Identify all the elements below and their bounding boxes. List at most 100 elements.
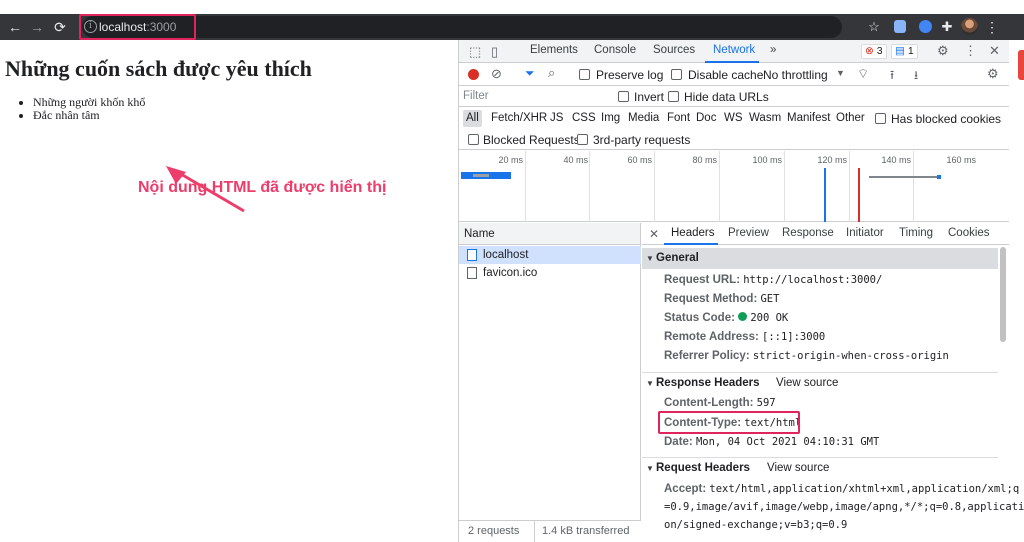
address-bar[interactable]: i localhost:3000	[82, 16, 842, 38]
hide-data-urls-checkbox[interactable]	[668, 91, 679, 102]
network-status-bar: 2 requests 1.4 kB transferred	[459, 520, 641, 542]
preserve-log-label: Preserve log	[596, 68, 664, 82]
active-tab-indicator	[705, 61, 759, 63]
request-name: favicon.ico	[483, 267, 538, 279]
filter-js[interactable]: JS	[547, 110, 566, 127]
filter-css[interactable]: CSS	[569, 110, 599, 127]
extension-circle-icon[interactable]	[919, 20, 932, 33]
remote-address-row: Remote Address: [::1]:3000	[664, 331, 826, 343]
close-devtools-icon[interactable]: ✕	[989, 43, 1000, 59]
tab-elements[interactable]: Elements	[530, 44, 578, 56]
shield-extension-icon[interactable]	[894, 20, 906, 33]
disable-cache-checkbox[interactable]	[671, 69, 682, 80]
document-icon	[467, 249, 477, 261]
transferred-size: 1.4 kB transferred	[534, 521, 629, 542]
info-icon[interactable]: i	[84, 20, 97, 33]
avatar[interactable]	[961, 18, 978, 35]
request-headers-section-header[interactable]: ▼ Request Headers View source	[642, 457, 998, 478]
tab-preview[interactable]: Preview	[728, 227, 769, 239]
message-badge[interactable]: ▤ 1	[891, 44, 918, 59]
grid-line	[525, 151, 526, 222]
view-source-link[interactable]: View source	[767, 458, 829, 479]
filter-all[interactable]: All	[463, 110, 482, 127]
grid-line	[654, 151, 655, 222]
star-icon[interactable]: ☆	[866, 19, 882, 35]
content-type-highlight-box	[658, 411, 800, 434]
puzzle-icon[interactable]: ✚	[939, 19, 955, 35]
filter-fetch-xhr[interactable]: Fetch/XHR	[488, 110, 550, 127]
device-toolbar-icon[interactable]: ▯	[491, 44, 498, 60]
network-toolbar: ⊘ ⏷ ⌕ Preserve log Disable cache No thro…	[459, 64, 1009, 86]
request-row-localhost[interactable]: localhost	[459, 246, 641, 264]
network-settings-gear-icon[interactable]: ⚙	[987, 66, 999, 82]
back-arrow-icon[interactable]: ←	[6, 18, 24, 36]
close-details-icon[interactable]: ✕	[649, 227, 659, 241]
tab-sources[interactable]: Sources	[653, 44, 695, 56]
third-party-label: 3rd-party requests	[593, 133, 691, 147]
search-icon[interactable]: ⌕	[548, 65, 555, 81]
accept-row-cont: on/signed-exchange;v=b3;q=0.9	[664, 519, 848, 531]
dom-content-loaded-line	[824, 168, 826, 222]
devtools-menu-icon[interactable]: ⋮	[964, 43, 977, 59]
triangle-down-icon: ▼	[646, 254, 654, 263]
list-item: Đắc nhân tâm	[33, 109, 145, 122]
upload-icon[interactable]: ⭱	[890, 66, 894, 87]
tab-initiator[interactable]: Initiator	[846, 227, 884, 239]
filter-manifest[interactable]: Manifest	[784, 110, 833, 127]
throttling-select[interactable]: No throttling	[763, 68, 828, 82]
preserve-log-checkbox[interactable]	[579, 69, 590, 80]
settings-gear-icon[interactable]: ⚙	[937, 43, 949, 59]
filter-funnel-icon[interactable]: ⏷	[525, 66, 535, 81]
name-column-header[interactable]: Name	[459, 223, 640, 245]
general-section-header[interactable]: ▼ General	[642, 248, 998, 269]
record-icon[interactable]	[468, 69, 479, 80]
status-code-row: Status Code: 200 OK	[664, 312, 789, 324]
hide-data-urls-label: Hide data URLs	[684, 90, 769, 104]
filter-other[interactable]: Other	[833, 110, 868, 127]
download-icon[interactable]: ⭳	[914, 66, 918, 87]
filter-wasm[interactable]: Wasm	[746, 110, 784, 127]
filter-doc[interactable]: Doc	[693, 110, 719, 127]
forward-arrow-icon[interactable]: →	[28, 18, 46, 36]
request-method-row: Request Method: GET	[664, 293, 780, 305]
invert-checkbox[interactable]	[618, 91, 629, 102]
request-count: 2 requests	[468, 525, 520, 537]
filter-img[interactable]: Img	[598, 110, 623, 127]
request-list: Name localhost favicon.ico 2 requests 1.…	[459, 223, 641, 542]
request-row-favicon[interactable]: favicon.ico	[459, 264, 641, 282]
filter-media[interactable]: Media	[625, 110, 662, 127]
third-party-checkbox[interactable]	[577, 134, 588, 145]
more-tabs-button[interactable]: »	[770, 44, 776, 56]
network-overview-timeline[interactable]: 20 ms 40 ms 60 ms 80 ms 100 ms 120 ms 14…	[459, 151, 1009, 222]
menu-dots-icon[interactable]: ⋮	[984, 19, 1000, 35]
tab-response[interactable]: Response	[782, 227, 834, 239]
url-text: localhost:3000	[99, 20, 177, 34]
tick-label: 100 ms	[752, 155, 782, 165]
tab-timing[interactable]: Timing	[899, 227, 933, 239]
triangle-down-icon: ▼	[646, 379, 654, 388]
book-list: Những người khốn khổ Đắc nhân tâm	[33, 96, 145, 122]
error-badge[interactable]: ⊗ 3	[861, 44, 887, 59]
reload-icon[interactable]: ⟳	[51, 18, 69, 36]
response-headers-section-header[interactable]: ▼ Response Headers View source	[642, 372, 998, 393]
clear-icon[interactable]: ⊘	[491, 66, 502, 82]
filter-ws[interactable]: WS	[721, 110, 746, 127]
tick-label: 20 ms	[498, 155, 523, 165]
tab-cookies[interactable]: Cookies	[948, 227, 990, 239]
chevron-down-icon[interactable]: ▼	[836, 68, 845, 78]
devtools-panel: ⬚ ▯ Elements Console Sources Network » ⊗…	[458, 40, 1024, 542]
tab-console[interactable]: Console	[594, 44, 636, 56]
filter-input[interactable]: Filter	[463, 90, 605, 105]
tab-headers[interactable]: Headers	[671, 227, 714, 239]
filter-font[interactable]: Font	[664, 110, 693, 127]
details-scrollbar[interactable]	[1000, 247, 1006, 342]
view-source-link[interactable]: View source	[776, 373, 838, 394]
tab-network[interactable]: Network	[713, 44, 755, 56]
wifi-conditions-icon[interactable]: ⌔	[857, 66, 869, 82]
grid-line	[589, 151, 590, 222]
has-blocked-cookies-checkbox[interactable]	[875, 113, 886, 124]
inspect-element-icon[interactable]: ⬚	[469, 44, 481, 60]
blocked-requests-checkbox[interactable]	[468, 134, 479, 145]
file-icon	[467, 267, 477, 279]
referrer-policy-row: Referrer Policy: strict-origin-when-cros…	[664, 350, 949, 362]
